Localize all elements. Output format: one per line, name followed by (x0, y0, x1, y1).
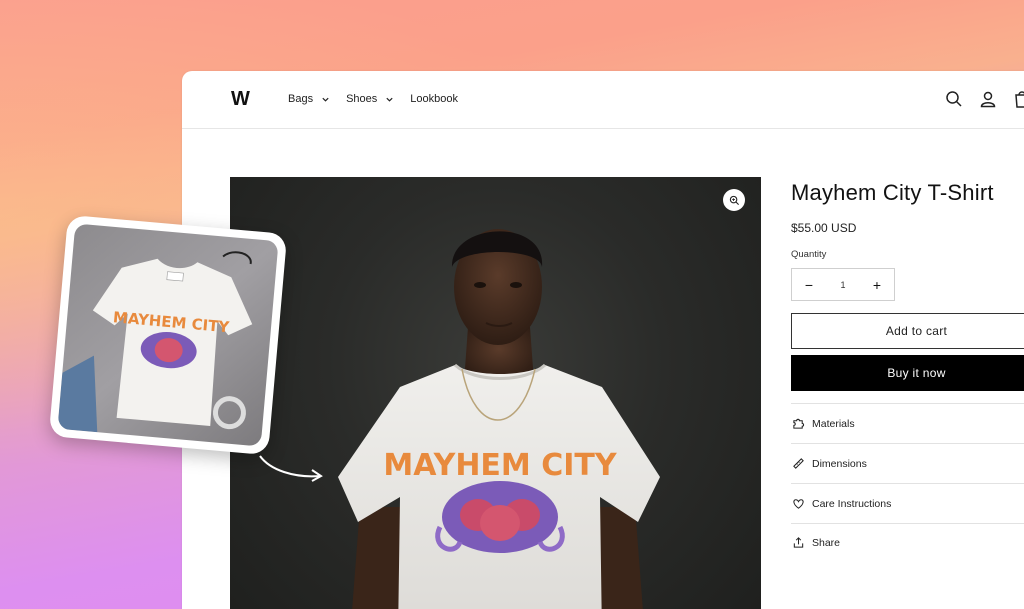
add-to-cart-button[interactable]: Add to cart (791, 313, 1024, 349)
decrement-button[interactable]: − (803, 277, 815, 293)
share-button[interactable]: Share (791, 536, 1024, 549)
cart-icon[interactable] (1012, 89, 1024, 109)
accordion-label: Materials (812, 417, 855, 430)
zoom-button[interactable] (723, 189, 745, 211)
buy-now-button[interactable]: Buy it now (791, 355, 1024, 391)
curved-arrow-icon (259, 455, 323, 482)
accordion-label: Care Instructions (812, 497, 892, 510)
site-header: W Bags Shoes Lookbook (182, 71, 1024, 129)
share-icon (793, 537, 804, 548)
share-label: Share (812, 536, 841, 549)
tshirt-flatlay-image: MAYHEM CITY (57, 251, 253, 433)
increment-button[interactable]: + (871, 277, 883, 293)
chevron-down-icon (322, 97, 329, 102)
quantity-label: Quantity (791, 249, 827, 260)
nav-item-label: Lookbook (410, 93, 458, 105)
product-accordion: Materials Dimensions Care Instructions (791, 403, 1024, 524)
account-icon[interactable] (978, 89, 998, 109)
accordion-materials[interactable]: Materials (791, 404, 1024, 444)
ruler-icon (793, 458, 804, 469)
heart-icon (793, 499, 804, 509)
puzzle-icon (793, 418, 805, 429)
accordion-dimensions[interactable]: Dimensions (791, 444, 1024, 484)
quantity-stepper: − 1 + (791, 268, 895, 301)
nav-item-bags[interactable]: Bags (288, 93, 330, 105)
product-info-panel: Mayhem City T-Shirt $55.00 USD Quantity … (791, 177, 1024, 549)
chevron-down-icon (386, 97, 393, 102)
nav-item-label: Bags (288, 93, 314, 105)
header-actions (944, 89, 1024, 109)
accordion-care-instructions[interactable]: Care Instructions (791, 484, 1024, 524)
shirt-print-text: MAYHEM CITY (383, 448, 617, 483)
product-main-image[interactable]: MAYHEM CITY (230, 177, 761, 609)
zoom-icon (729, 195, 739, 205)
search-icon[interactable] (944, 89, 964, 109)
nav-item-lookbook[interactable]: Lookbook (410, 93, 458, 105)
storefront-window: W Bags Shoes Lookbook MAYHEM CITY Mayhem… (182, 71, 1024, 609)
accordion-label: Dimensions (812, 457, 867, 470)
product-title: Mayhem City T-Shirt (791, 180, 994, 205)
nav-item-shoes[interactable]: Shoes (346, 93, 394, 105)
flat-lay-photo-card: MAYHEM CITY (48, 214, 288, 456)
nav-item-label: Shoes (346, 93, 378, 105)
flat-lay-image: MAYHEM CITY (57, 223, 279, 447)
quantity-value[interactable]: 1 (840, 280, 845, 290)
store-logo[interactable]: W (231, 88, 250, 111)
main-nav: Bags Shoes Lookbook (288, 93, 474, 105)
product-price: $55.00 USD (791, 221, 857, 235)
model-wearing-tshirt-image: MAYHEM CITY (338, 229, 660, 609)
